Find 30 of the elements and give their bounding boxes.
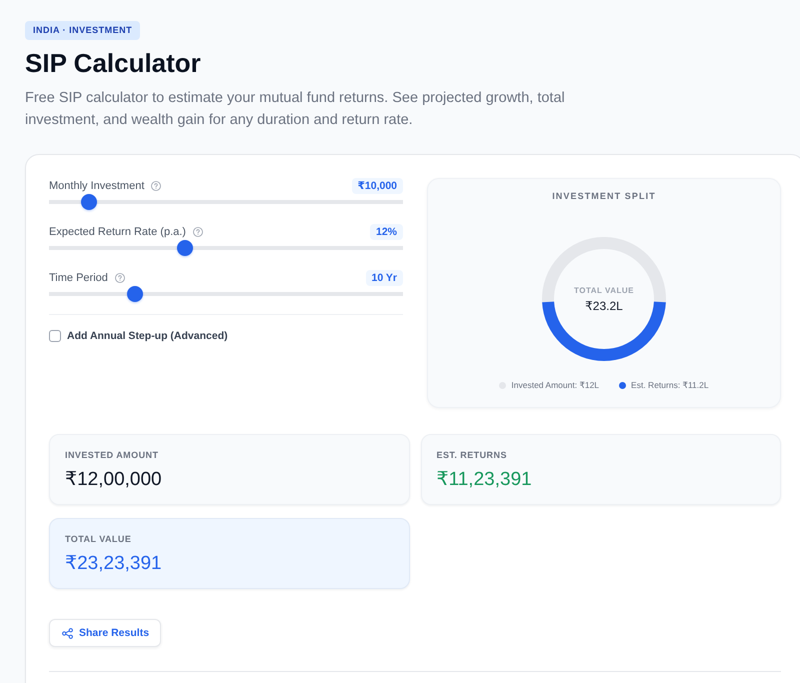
page-description: Free SIP calculator to estimate your mutual fund returns. See projected growth, total investment, and wealth gain for any duration and return rate. bbox=[25, 89, 566, 130]
result-value: ₹23,23,391 bbox=[65, 553, 163, 575]
result-value: ₹11,23,391 bbox=[436, 469, 533, 491]
slider-label: Expected Return Rate (p.a.) bbox=[49, 225, 186, 239]
checkbox[interactable] bbox=[49, 330, 61, 342]
slider-thumb[interactable] bbox=[177, 240, 194, 256]
share-button[interactable]: Share Results bbox=[49, 619, 162, 647]
page-title: SIP Calculator bbox=[25, 47, 202, 79]
center-value: ₹23.2L bbox=[585, 298, 623, 312]
help-icon bbox=[114, 273, 125, 283]
slider-label: Monthly Investment bbox=[49, 179, 144, 193]
result-value: ₹12,00,000 bbox=[65, 469, 163, 491]
checkbox-label: Add Annual Step-up (Advanced) bbox=[67, 329, 228, 343]
center-label: TOTAL VALUE bbox=[574, 286, 634, 296]
legend-label: Invested Amount: ₹12L bbox=[511, 380, 600, 391]
slider-value: 12% bbox=[370, 224, 403, 240]
slider-value: ₹10,000 bbox=[352, 178, 403, 194]
result-label: EST. RETURNS bbox=[436, 450, 508, 461]
slider-label: Time Period bbox=[49, 271, 108, 285]
slider-value: 10 Yr bbox=[366, 270, 403, 286]
share-icon bbox=[62, 628, 73, 638]
slider-thumb[interactable] bbox=[81, 194, 98, 210]
category-tag: INDIA · INVESTMENT bbox=[25, 21, 140, 40]
legend-label: Est. Returns: ₹11.2L bbox=[631, 380, 709, 391]
result-label: TOTAL VALUE bbox=[65, 534, 132, 545]
help-icon bbox=[151, 181, 162, 191]
slider-thumb[interactable] bbox=[127, 286, 144, 302]
chart-title: INVESTMENT SPLIT bbox=[552, 191, 656, 202]
help-icon bbox=[192, 227, 203, 237]
result-label: INVESTED AMOUNT bbox=[65, 450, 160, 461]
